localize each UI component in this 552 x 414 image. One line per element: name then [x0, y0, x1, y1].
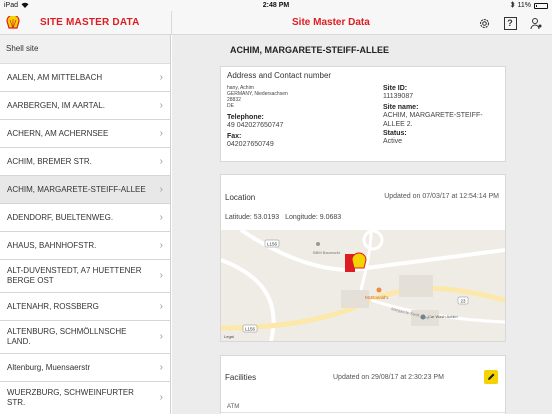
facility-item: ATM — [227, 404, 240, 410]
chevron-right-icon: › — [159, 183, 163, 195]
restaurant-marker-icon — [376, 287, 382, 293]
map-poi-label: McDonald's — [365, 295, 389, 300]
site-name-value: ACHIM, MARGARETE-STEIFF-ALLEE 2. — [383, 112, 483, 128]
map-legal-link[interactable]: Legal — [224, 334, 234, 339]
sidebar-item[interactable]: ADENDORF, BUELTENWEG. › — [0, 204, 170, 232]
facilities-updated: Updated on 29/08/17 at 2:30:23 PM — [333, 374, 444, 381]
chevron-right-icon: › — [159, 99, 163, 111]
status-bar: iPad 2:48 PM 11% — [0, 0, 552, 11]
sidebar-item-label: ALTENAHR, ROSSBERG — [7, 301, 99, 311]
poi-marker-icon — [316, 242, 320, 246]
chevron-right-icon: › — [159, 127, 163, 139]
pencil-icon — [488, 373, 495, 380]
sidebar-item-selected[interactable]: ACHIM, MARGARETE-STEIFF-ALLEE › — [0, 176, 170, 204]
nav-bar: SITE MASTER DATA Site Master Data ? — [0, 11, 552, 35]
sidebar-item-label: ALTENBURG, SCHMÖLLNSCHE LAND. — [7, 327, 127, 346]
map-poi-label: Car Wash Achim — [428, 314, 458, 319]
device-label: iPad — [4, 2, 19, 9]
chevron-right-icon: › — [159, 361, 163, 373]
telephone-label: Telephone: — [227, 114, 264, 121]
nav-right: Site Master Data ? — [171, 11, 552, 35]
coordinates: Latitude: 53.0193 Longitude: 9.0683 — [225, 214, 341, 221]
sidebar-title: SITE MASTER DATA — [40, 17, 140, 28]
site-id-label: Site ID: — [383, 85, 408, 92]
sidebar-item-label: ADENDORF, BUELTENWEG. — [7, 212, 114, 222]
address-card-title: Address and Contact number — [227, 71, 332, 80]
location-updated: Updated on 07/03/17 at 12:54:14 PM — [384, 193, 499, 200]
sidebar-item[interactable]: ALT-DUVENSTEDT, A7 HUETTENER BERGE OST › — [0, 260, 170, 293]
sidebar-item[interactable]: AALEN, AM MITTELBACH › — [0, 64, 170, 92]
map-canvas: L156 L156 23 BBM Baumarkt McDonald's Car… — [221, 230, 505, 341]
fax-value: 042027650749 — [227, 141, 274, 148]
sidebar-item[interactable]: ACHIM, BREMER STR. › — [0, 148, 170, 176]
sidebar-item-label: ACHIM, MARGARETE-STEIFF-ALLEE — [7, 184, 146, 194]
settings-gear-icon[interactable] — [476, 15, 492, 31]
chevron-right-icon: › — [159, 71, 163, 83]
help-button[interactable]: ? — [502, 15, 518, 31]
site-info-block: Site ID: 11139087 Site name: ACHIM, MARG… — [383, 85, 503, 146]
site-heading: ACHIM, MARGARETE-STEIFF-ALLEE — [172, 35, 552, 64]
sidebar-item[interactable]: ALTENBURG, SCHMÖLLNSCHE LAND. › — [0, 321, 170, 354]
chevron-right-icon: › — [159, 239, 163, 251]
chevron-right-icon: › — [159, 331, 163, 342]
sidebar-item-label: AALEN, AM MITTELBACH — [7, 72, 103, 82]
battery-percent: 11% — [517, 2, 532, 9]
sidebar-header: Shell site — [0, 35, 170, 64]
address-block: hany, Achim GERMANY, Niedersachsen 28832… — [227, 85, 377, 149]
location-title: Location — [225, 193, 256, 202]
help-icon: ? — [503, 16, 517, 30]
fax-label: Fax: — [227, 133, 242, 140]
latitude-value: Latitude: 53.0193 — [225, 214, 280, 221]
chevron-right-icon: › — [159, 392, 163, 403]
page-title: Site Master Data — [292, 17, 370, 28]
battery-icon — [534, 2, 548, 9]
map-road-label: 23 — [460, 299, 466, 304]
sidebar-item-label: AARBERGEN, IM AARTAL. — [7, 100, 105, 110]
facilities-title: Facilities — [225, 373, 257, 382]
longitude-value: Longitude: 9.0683 — [285, 214, 342, 221]
telephone-value[interactable]: 49 042027650747 — [227, 121, 377, 130]
address-card: Address and Contact number hany, Achim G… — [220, 66, 506, 162]
site-name-label: Site name: — [383, 104, 419, 111]
sidebar-item-label: Altenburg, Muensaerstr — [7, 362, 91, 372]
map-road-label: L156 — [267, 242, 278, 247]
site-list-sidebar: Shell site AALEN, AM MITTELBACH › AARBERG… — [0, 35, 171, 414]
map-road-label: L156 — [245, 327, 256, 332]
sidebar-item-label: ALT-DUVENSTEDT, A7 HUETTENER BERGE OST — [7, 266, 142, 285]
chevron-right-icon: › — [159, 211, 163, 223]
chevron-right-icon: › — [159, 300, 163, 312]
shell-logo-icon — [6, 16, 20, 29]
map-poi-label: BBM Baumarkt — [313, 250, 341, 255]
status-label: Status: — [383, 130, 407, 137]
sidebar-item[interactable]: WUERZBURG, SCHWEINFURTER STR. › — [0, 382, 170, 414]
site-id-value: 11139087 — [383, 93, 414, 100]
sidebar-item[interactable]: AHAUS, BAHNHOFSTR. › — [0, 232, 170, 260]
address-line: DE — [227, 103, 234, 109]
sidebar-item-label: AHAUS, BAHNHOFSTR. — [7, 240, 97, 250]
edit-facilities-button[interactable] — [484, 370, 498, 384]
sidebar-item[interactable]: ACHERN, AM ACHERNSEE › — [0, 120, 170, 148]
location-map[interactable]: L156 L156 23 BBM Baumarkt McDonald's Car… — [221, 230, 505, 341]
chevron-right-icon: › — [159, 270, 163, 281]
sidebar-item[interactable]: ALTENAHR, ROSSBERG › — [0, 293, 170, 321]
sidebar-item[interactable]: AARBERGEN, IM AARTAL. › — [0, 92, 170, 120]
sidebar-item-label: ACHERN, AM ACHERNSEE — [7, 128, 109, 138]
bluetooth-icon — [510, 1, 515, 10]
wifi-icon — [21, 2, 29, 10]
sidebar-item-label: WUERZBURG, SCHWEINFURTER STR. — [7, 388, 134, 407]
site-detail-panel: ACHIM, MARGARETE-STEIFF-ALLEE Address an… — [172, 35, 552, 414]
divider — [221, 412, 505, 413]
nav-left: SITE MASTER DATA — [0, 11, 171, 35]
status-time: 2:48 PM — [262, 2, 290, 9]
user-key-icon[interactable] — [528, 15, 544, 31]
status-value: Active — [383, 138, 403, 145]
sidebar-item-label: ACHIM, BREMER STR. — [7, 156, 92, 166]
sidebar-item[interactable]: Altenburg, Muensaerstr › — [0, 354, 170, 382]
location-card: Location Updated on 07/03/17 at 12:54:14… — [220, 174, 506, 342]
chevron-right-icon: › — [159, 155, 163, 167]
facilities-card: Facilities Updated on 29/08/17 at 2:30:2… — [220, 355, 506, 414]
shell-logo-icon — [351, 252, 367, 269]
